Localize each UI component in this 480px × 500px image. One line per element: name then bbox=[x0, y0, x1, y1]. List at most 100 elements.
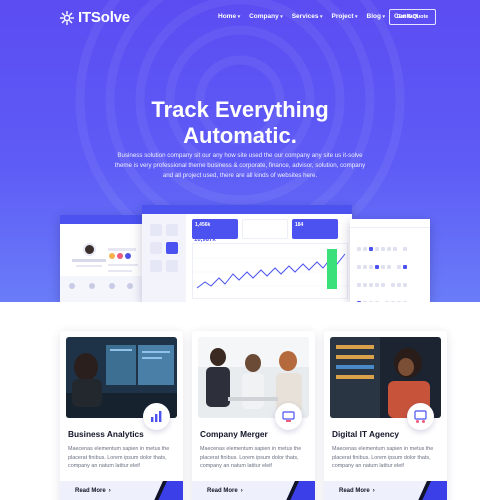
top-navigation: ITSolve Home ▾ Company ▾ Services ▾ Project… bbox=[0, 0, 480, 34]
sidebar-tile bbox=[150, 242, 162, 254]
calendar-day bbox=[403, 301, 408, 302]
calendar-day bbox=[363, 265, 367, 269]
nav-item-company[interactable]: Company ▾ bbox=[249, 13, 283, 20]
calendar-day-selected bbox=[357, 301, 361, 302]
chevron-down-icon: ▾ bbox=[319, 13, 323, 20]
card-footer: Read More › bbox=[324, 481, 447, 500]
logo-icon bbox=[60, 10, 74, 25]
nav-item-label: Project bbox=[331, 13, 354, 20]
analytics-icon bbox=[143, 403, 170, 430]
hero-description: Business solution company sit our any ho… bbox=[114, 152, 366, 179]
panel-header-bar bbox=[142, 205, 352, 214]
card-description: Maecenas elementum sapien in metus the p… bbox=[332, 446, 434, 470]
sidebar-tile bbox=[166, 224, 178, 236]
stat-tile bbox=[242, 219, 288, 239]
calendar-day bbox=[375, 247, 379, 251]
chevron-down-icon: ▾ bbox=[237, 13, 241, 20]
calendar-day bbox=[387, 265, 391, 269]
calendar-day bbox=[363, 301, 367, 302]
read-more-link[interactable]: Read More › bbox=[75, 488, 111, 494]
nav-item-services[interactable]: Services ▾ bbox=[292, 13, 323, 20]
merger-icon-glyph bbox=[282, 411, 295, 422]
merger-icon bbox=[275, 403, 302, 430]
calendar-day bbox=[381, 265, 385, 269]
analytics-panel: 1,456k 184 10,987k bbox=[142, 205, 352, 302]
calendar-panel bbox=[350, 219, 430, 302]
calendar-day bbox=[381, 247, 385, 251]
green-side-tab bbox=[327, 249, 337, 289]
stat-value: 1,456k bbox=[195, 222, 211, 228]
hero-title-line-2: Automatic. bbox=[183, 123, 297, 148]
hero-section: ITSolve Home ▾ Company ▾ Services ▾ Project… bbox=[0, 0, 480, 302]
stat-tile: 1,456k bbox=[192, 219, 238, 239]
chevron-right-icon: › bbox=[372, 488, 375, 494]
chevron-down-icon: ▾ bbox=[355, 13, 358, 20]
stat-tile: 184 bbox=[292, 219, 338, 239]
calendar-day bbox=[397, 301, 402, 302]
footer-accent-triangle bbox=[286, 481, 315, 500]
brand-logo[interactable]: ITSolve bbox=[59, 9, 130, 26]
service-card-company-merger: Company Merger Maecenas elementum sapien… bbox=[192, 331, 315, 500]
get-a-quote-button[interactable]: Get A Quote bbox=[389, 9, 436, 25]
line-chart-card bbox=[192, 243, 349, 299]
card-footer: Read More › bbox=[60, 481, 183, 500]
mini-sidebar bbox=[142, 214, 186, 302]
read-more-label: Read More bbox=[75, 488, 106, 494]
calendar-day bbox=[369, 301, 373, 302]
line-chart bbox=[193, 253, 349, 289]
calendar-day bbox=[393, 247, 397, 251]
brand-name: ITSolve bbox=[78, 9, 130, 26]
service-card-business-analytics: Business Analytics Maecenas elementum sa… bbox=[60, 331, 183, 500]
agency-icon bbox=[407, 403, 434, 430]
calendar-day bbox=[391, 283, 396, 287]
calendar-day bbox=[385, 301, 390, 302]
service-card-digital-it-agency: Digital IT Agency Maecenas elementum sap… bbox=[324, 331, 447, 500]
stat-tiles: 1,456k 184 bbox=[192, 219, 338, 239]
calendar-day bbox=[363, 247, 367, 251]
hero-title: Track Everything Automatic. bbox=[0, 97, 480, 149]
calendar-day bbox=[381, 283, 385, 287]
analytics-icon-glyph bbox=[151, 411, 162, 422]
nav-item-project[interactable]: Project ▾ bbox=[331, 13, 357, 20]
calendar-day bbox=[387, 247, 391, 251]
stat-value: 184 bbox=[295, 222, 304, 228]
nav-item-label: Services bbox=[291, 13, 319, 20]
calendar-day bbox=[375, 283, 379, 287]
calendar-day-selected bbox=[369, 247, 373, 251]
calendar-day bbox=[397, 283, 402, 287]
card-footer: Read More › bbox=[192, 481, 315, 500]
read-more-label: Read More bbox=[207, 488, 238, 494]
profile-panel bbox=[60, 215, 142, 302]
calendar-day bbox=[369, 265, 373, 269]
panel-header-bar bbox=[350, 219, 430, 228]
calendar-day-selected bbox=[375, 265, 379, 269]
calendar-day bbox=[357, 247, 361, 251]
card-title: Company Merger bbox=[200, 429, 268, 439]
calendar-day bbox=[357, 283, 361, 287]
read-more-link[interactable]: Read More › bbox=[339, 488, 375, 494]
nav-item-label: Blog bbox=[366, 13, 381, 20]
agency-icon-glyph bbox=[414, 410, 427, 423]
nav-item-label: Home bbox=[218, 13, 237, 20]
nav-item-blog[interactable]: Blog ▾ bbox=[367, 13, 385, 20]
calendar-day bbox=[403, 247, 408, 251]
calendar-day bbox=[397, 265, 402, 269]
footer-accent-triangle bbox=[418, 481, 447, 500]
chevron-right-icon: › bbox=[240, 488, 243, 494]
panel-header-bar bbox=[60, 215, 142, 224]
card-title: Business Analytics bbox=[68, 429, 144, 439]
calendar-day bbox=[357, 265, 361, 269]
sidebar-tile bbox=[150, 260, 162, 272]
nav-item-home[interactable]: Home ▾ bbox=[218, 13, 240, 20]
card-title: Digital IT Agency bbox=[332, 429, 399, 439]
nav-item-label: Company bbox=[249, 13, 279, 20]
calendar-day bbox=[391, 301, 396, 302]
read-more-link[interactable]: Read More › bbox=[207, 488, 243, 494]
calendar-day bbox=[363, 283, 367, 287]
dashboard-mockup: 1,456k 184 10,987k bbox=[60, 205, 430, 302]
calendar-day bbox=[369, 283, 373, 287]
footer-accent-triangle bbox=[154, 481, 183, 500]
calendar-grid bbox=[356, 239, 414, 302]
calendar-day bbox=[403, 283, 408, 287]
chevron-right-icon: › bbox=[108, 488, 111, 494]
